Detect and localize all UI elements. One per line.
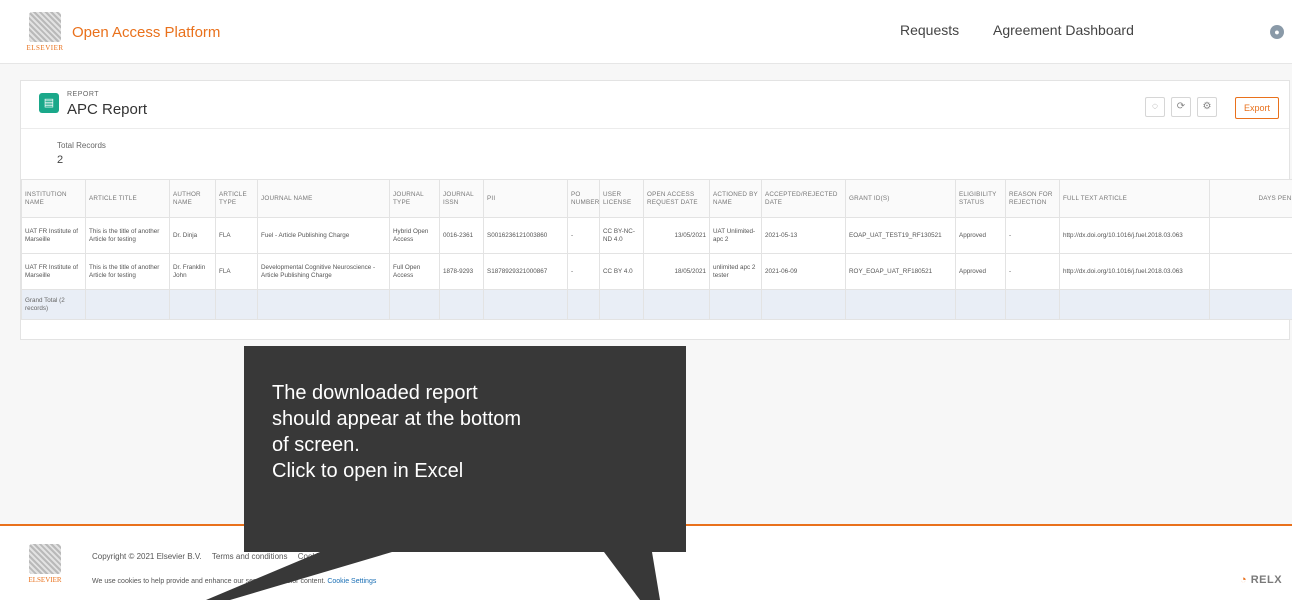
callout-pointer-right (604, 552, 660, 600)
callout-pointer-left (206, 552, 392, 600)
page: ELSEVIER Open Access Platform Requests A… (0, 0, 1292, 600)
instruction-callout: The downloaded report should appear at t… (244, 346, 686, 552)
callout-text: The downloaded report should appear at t… (272, 382, 522, 482)
